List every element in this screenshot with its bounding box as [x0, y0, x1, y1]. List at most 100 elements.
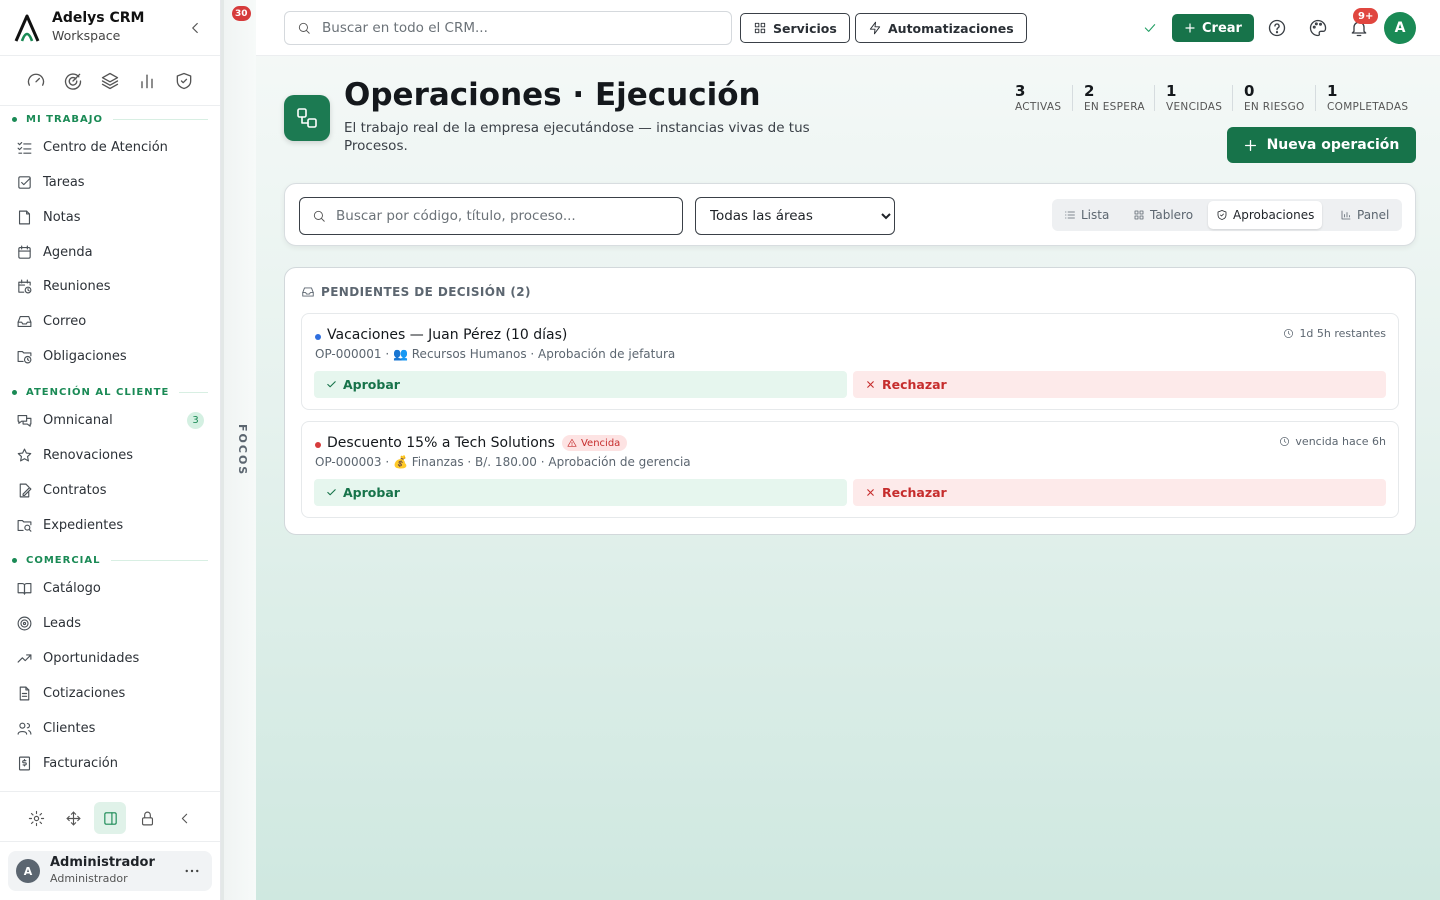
stat-vencidas: 1 VENCIDAS: [1166, 82, 1222, 113]
layers-icon[interactable]: [100, 71, 120, 91]
status-dot: [315, 442, 321, 448]
servicios-button[interactable]: Servicios: [740, 13, 850, 43]
lock-button[interactable]: [131, 802, 163, 834]
approval-title-text: Descuento 15% a Tech Solutions: [327, 435, 555, 451]
approval-card: Vacaciones — Juan Pérez (10 días) OP-000…: [301, 313, 1399, 410]
user-role: Administrador: [50, 872, 128, 885]
help-icon[interactable]: [1267, 18, 1287, 38]
approve-button[interactable]: Aprobar: [314, 371, 847, 398]
gauge-icon[interactable]: [26, 71, 46, 91]
panel-toggle-button[interactable]: [94, 802, 126, 834]
sidebar-item-expedientes[interactable]: Expedientes: [8, 509, 212, 541]
reject-label: Rechazar: [882, 377, 947, 392]
check-icon: [327, 489, 336, 496]
file-signature-icon: [19, 483, 32, 497]
approval-title[interactable]: Vacaciones — Juan Pérez (10 días): [327, 327, 567, 343]
gear-icon: [28, 810, 44, 826]
sidebar-item-centro-atencion[interactable]: Centro de Atención: [8, 131, 212, 163]
palette-icon[interactable]: [1308, 18, 1328, 38]
workspace-label: Workspace: [52, 28, 121, 43]
view-aprobaciones[interactable]: Aprobaciones: [1208, 201, 1323, 229]
close-icon: [867, 381, 874, 388]
view-panel[interactable]: Panel: [1332, 201, 1397, 229]
view-label: Tablero: [1150, 208, 1194, 222]
overdue-badge-label: Vencida: [580, 437, 621, 449]
automatizaciones-button[interactable]: Automatizaciones: [855, 13, 1027, 43]
sidebar-item-clientes[interactable]: Clientes: [8, 712, 212, 744]
operations-search-input[interactable]: [336, 208, 666, 224]
approve-button[interactable]: Aprobar: [314, 479, 847, 506]
move-arrows-icon: [66, 811, 80, 825]
check-icon: [327, 381, 336, 388]
sidebar-item-catalogo[interactable]: Catálogo: [8, 572, 212, 604]
sidebar-item-label: Tareas: [43, 174, 85, 190]
collapse-sidebar-button[interactable]: [168, 802, 200, 834]
stat-completadas: 1 COMPLETADAS: [1327, 82, 1408, 113]
search-icon: [313, 210, 325, 222]
move-button[interactable]: [57, 802, 89, 834]
global-search-input[interactable]: [322, 20, 722, 36]
grid-icon: [754, 22, 766, 34]
filter-bar: Todas las áreas Lista Tablero Aprobacion…: [284, 183, 1416, 246]
sidebar-item-renovaciones[interactable]: Renovaciones: [8, 439, 212, 471]
approval-meta: OP-000001 · 👥 Recursos Humanos · Aprobac…: [315, 347, 676, 361]
sidebar-item-cotizaciones[interactable]: Cotizaciones: [8, 677, 212, 709]
settings-button[interactable]: [20, 802, 52, 834]
sidebar-item-notas[interactable]: Notas: [8, 201, 212, 233]
reject-button[interactable]: Rechazar: [853, 479, 1386, 506]
chevron-left-icon[interactable]: [186, 19, 204, 37]
sidebar-item-label: Contratos: [43, 482, 107, 498]
sidebar-item-agenda[interactable]: Agenda: [8, 236, 212, 268]
crear-label: Crear: [1202, 20, 1242, 36]
sidebar-item-facturacion[interactable]: Facturación: [8, 747, 212, 779]
approval-title[interactable]: Descuento 15% a Tech Solutions Vencida: [327, 435, 628, 451]
status-dot: [315, 334, 321, 340]
lightning-icon: [869, 21, 881, 35]
omnicanal-count-badge: 3: [187, 412, 204, 429]
list-check-icon: [17, 141, 32, 154]
stat-value: 1: [1327, 82, 1338, 100]
sidebar-item-label: Oportunidades: [43, 650, 140, 666]
sidebar-item-obligaciones[interactable]: Obligaciones: [8, 340, 212, 372]
view-tablero[interactable]: Tablero: [1125, 201, 1201, 229]
new-operation-button[interactable]: Nueva operación: [1227, 127, 1416, 163]
main-content: Servicios Automatizaciones Crear 9+ A Op…: [256, 0, 1440, 900]
sidebar-item-oportunidades[interactable]: Oportunidades: [8, 642, 212, 674]
inbox-icon: [302, 287, 314, 297]
section-atencion-cliente: ATENCIÓN AL CLIENTE: [12, 387, 208, 398]
stat-divider: [1154, 85, 1155, 111]
sidebar-item-reuniones[interactable]: Reuniones: [8, 270, 212, 302]
shield-check-icon[interactable]: [174, 71, 194, 91]
operations-search[interactable]: [299, 197, 683, 235]
radar-icon[interactable]: [63, 71, 83, 91]
target-icon: [17, 616, 32, 630]
book-open-icon: [17, 582, 32, 595]
stat-divider: [1232, 85, 1233, 111]
user-avatar-button[interactable]: A: [1384, 12, 1416, 44]
reject-button[interactable]: Rechazar: [853, 371, 1386, 398]
users-icon: [17, 722, 32, 735]
sidebar-panel-icon: [103, 811, 117, 825]
sidebar-item-contratos[interactable]: Contratos: [8, 474, 212, 506]
sidebar-item-tareas[interactable]: Tareas: [8, 166, 212, 198]
sidebar: Adelys CRM Workspace MI TRABAJO Centro d…: [0, 0, 221, 900]
area-select[interactable]: Todas las áreas: [695, 197, 895, 235]
user-card[interactable]: A Administrador Administrador: [8, 851, 212, 891]
global-search[interactable]: [284, 11, 732, 45]
sidebar-item-leads[interactable]: Leads: [8, 607, 212, 639]
brand-header: Adelys CRM Workspace: [0, 0, 220, 56]
bar-chart-icon[interactable]: [137, 71, 157, 91]
sidebar-item-correo[interactable]: Correo: [8, 305, 212, 337]
focos-panel-toggle[interactable]: 30 FOCOS: [221, 0, 256, 900]
folder-clock-icon: [17, 350, 32, 363]
page-subtitle: El trabajo real de la empresa ejecutándo…: [344, 120, 810, 154]
view-label: Panel: [1357, 208, 1390, 222]
inbox-icon: [17, 315, 32, 327]
sidebar-item-omnicanal[interactable]: Omnicanal 3: [8, 404, 212, 436]
sidebar-item-label: Obligaciones: [43, 348, 127, 364]
clock-icon: [1284, 329, 1294, 338]
pending-decisions-panel: PENDIENTES DE DECISIÓN (2) Vacaciones — …: [284, 267, 1416, 535]
crear-button[interactable]: Crear: [1172, 14, 1254, 42]
view-lista[interactable]: Lista: [1056, 201, 1117, 229]
more-horizontal-icon[interactable]: [183, 862, 201, 880]
